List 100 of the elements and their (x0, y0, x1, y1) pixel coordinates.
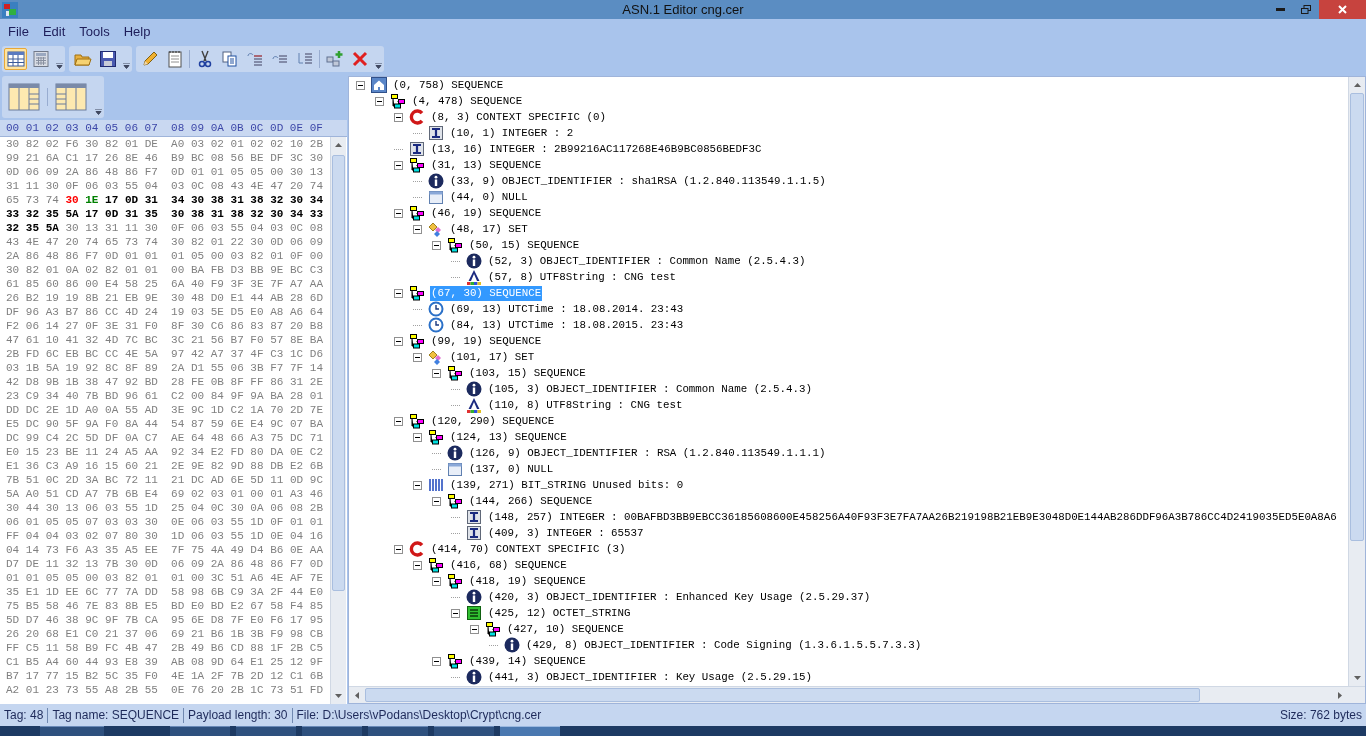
hex-row-text: 30 44 30 13 06 03 55 1D 25 04 0C 30 0A 06 08 2B (6, 501, 324, 515)
minus-icon (396, 114, 401, 120)
tree-toggle[interactable] (413, 432, 422, 442)
tree-node[interactable]: (44, 0) NULL (449, 189, 529, 205)
tree-node[interactable]: (144, 266) SEQUENCE (468, 493, 594, 509)
tree-node[interactable]: (429, 8) OBJECT_IDENTIFIER : Code Signing (1.3.6.1.5.5.7.3.3) (525, 637, 923, 653)
tree-node[interactable]: (48, 17) SET (449, 221, 529, 237)
hex-row-text: 26 B2 19 19 8B 21 EB 9E 30 48 D0 E1 44 AB 28 6D (6, 291, 324, 305)
status-text: Tag name: SEQUENCE (52, 707, 180, 724)
tree-node[interactable]: (416, 68) SEQUENCE (449, 557, 568, 573)
sequence-icon (390, 93, 406, 109)
tree-node[interactable]: (99, 19) SEQUENCE (430, 333, 543, 349)
hex-row-text: 26 20 68 E1 C0 21 37 06 69 21 B6 1B 3B F9 98 CB (6, 627, 324, 641)
status-text: Tag: 48 (4, 707, 44, 724)
minus-icon (358, 82, 363, 88)
minus-icon (396, 338, 401, 344)
tree-toggle[interactable] (375, 96, 384, 106)
close-button[interactable] (1319, 0, 1366, 19)
toolbar-button[interactable] (4, 48, 27, 70)
tree-node[interactable]: (120, 290) SEQUENCE (430, 413, 556, 429)
scrollbar-thumb[interactable] (365, 688, 1200, 702)
copy-icon (220, 50, 239, 68)
sequence-icon (428, 557, 444, 573)
tree-toggle[interactable] (470, 624, 479, 634)
tree-toggle[interactable] (413, 560, 422, 570)
tree-toggle[interactable] (432, 496, 441, 506)
tree-toggle[interactable] (394, 112, 403, 122)
hex-row-text: 04 14 73 F6 A3 35 A5 EE 7F 75 4A 49 D4 B6 0E AA (6, 543, 324, 557)
tree-node[interactable]: (10, 1) INTEGER : 2 (449, 125, 575, 141)
status-text: Payload length: 30 (188, 707, 288, 724)
tree-toggle[interactable] (394, 208, 403, 218)
hex-row-text: C1 B5 A4 60 44 93 E8 39 AB 08 9D 64 E1 25 12 9F (6, 655, 324, 669)
tree-node[interactable]: (84, 13) UTCTime : 18.08.2015. 23:43 (449, 317, 685, 333)
tree-node[interactable]: (50, 15) SEQUENCE (468, 237, 581, 253)
tree-node[interactable]: (103, 15) SEQUENCE (468, 365, 587, 381)
tree-node[interactable]: (409, 3) INTEGER : 65537 (487, 525, 645, 541)
tree-toggle[interactable] (432, 240, 441, 250)
tree-node[interactable]: (420, 3) OBJECT_IDENTIFIER : Enhanced Key Usage (2.5.29.37) (487, 589, 872, 605)
hex-row-text: 43 4E 47 20 74 65 73 74 30 82 01 22 30 0D 06 09 (6, 235, 324, 249)
menu-item[interactable]: Edit (35, 20, 73, 43)
tree-node[interactable]: (31, 13) SEQUENCE (430, 157, 543, 173)
clock-icon (428, 301, 444, 317)
minus-icon (453, 610, 458, 616)
hex-row-text: 7B 51 0C 2D 3A BC 72 11 21 DC AD 6E 5D 11 0D 9C (6, 473, 324, 487)
tree-toggle[interactable] (451, 608, 460, 618)
tree-toggle[interactable] (394, 288, 403, 298)
menu-item[interactable]: File (1, 20, 36, 43)
info-icon (466, 589, 482, 605)
minus-icon (434, 658, 439, 664)
tree-toggle[interactable] (413, 480, 422, 490)
tree-node[interactable]: (69, 13) UTCTime : 18.08.2014. 23:43 (449, 301, 685, 317)
tree-toggle[interactable] (394, 416, 403, 426)
menu-item[interactable]: Help (116, 20, 158, 43)
tree-node[interactable]: (139, 271) BIT_STRING Unused bits: 0 (449, 477, 685, 493)
tree-node[interactable]: (414, 70) CONTEXT SPECIFIC (3) (430, 541, 627, 557)
tree-node[interactable]: (4, 478) SEQUENCE (411, 93, 524, 109)
tree-toggle[interactable] (432, 368, 441, 378)
table-icon (6, 50, 25, 68)
tree-node[interactable]: (0, 758) SEQUENCE (392, 77, 505, 93)
info-icon (447, 445, 463, 461)
tree-toggle[interactable] (394, 160, 403, 170)
menu-item[interactable]: Tools (72, 20, 117, 43)
tree-node[interactable]: (13, 16) INTEGER : 2B99216AC117268E46B9BC0856BEDF3C (430, 141, 763, 157)
tree-node[interactable]: (418, 19) SEQUENCE (468, 573, 587, 589)
tree-toggle[interactable] (394, 544, 403, 554)
tree-node[interactable]: (57, 8) UTF8String : CNG test (487, 269, 677, 285)
sequence-icon (447, 653, 463, 669)
tree-node[interactable]: (8, 3) CONTEXT SPECIFIC (0) (430, 109, 607, 125)
scrollbar-thumb[interactable] (332, 155, 345, 591)
tree-node[interactable]: (52, 3) OBJECT_IDENTIFIER : Common Name (2.5.4.3) (487, 253, 807, 269)
tree-node[interactable]: (441, 3) OBJECT_IDENTIFIER : Key Usage (2.5.29.15) (487, 669, 813, 685)
overflow-icon (95, 109, 102, 115)
tree-toggle[interactable] (413, 224, 422, 234)
tree-node[interactable]: (110, 8) UTF8String : CNG test (487, 397, 684, 413)
tree-node[interactable]: (126, 9) OBJECT_IDENTIFIER : RSA (1.2.840.113549.1.1.1) (468, 445, 827, 461)
tree-toggle[interactable] (394, 336, 403, 346)
tree-toggle[interactable] (413, 352, 422, 362)
scrollbar-thumb[interactable] (1350, 93, 1364, 541)
tree-toggle[interactable] (432, 576, 441, 586)
i-beam-icon (466, 509, 482, 525)
tree-node[interactable]: (46, 19) SEQUENCE (430, 205, 543, 221)
hex-row-text: 03 1B 5A 19 92 8C 8F 89 2A D1 55 06 3B F7 7F 14 (6, 361, 324, 375)
hex-row-text: 99 21 6A C1 17 26 8E 46 B9 BC 08 56 BE DF 3C 30 (6, 151, 324, 165)
list-arrow-icon (245, 50, 264, 68)
sequence-icon (409, 285, 425, 301)
hex-row-text: B7 17 77 15 B2 5C 35 F0 4E 1A 2F 7B 2D 12 C1 6B (6, 669, 324, 683)
tree-node[interactable]: (148, 257) INTEGER : 00BAFBD3BB9EBCC36185608600E458256A40F93F3E7FA7AA26B219198B21EB9E3048D0E144AB286DDF96A3B786CC4D2419035ED5E0A8A6 (487, 509, 1338, 525)
tree-node[interactable]: (427, 10) SEQUENCE (506, 621, 625, 637)
tree-node[interactable]: (439, 14) SEQUENCE (468, 653, 587, 669)
tree-node[interactable]: (33, 9) OBJECT_IDENTIFIER : sha1RSA (1.2.840.113549.1.1.5) (449, 173, 827, 189)
save-icon (98, 50, 117, 68)
overflow-icon (375, 63, 382, 69)
tree-node[interactable]: (101, 17) SET (449, 349, 536, 365)
tree-node[interactable]: (105, 3) OBJECT_IDENTIFIER : Common Name (2.5.4.3) (487, 381, 813, 397)
tree-toggle[interactable] (356, 80, 365, 90)
tree-toggle[interactable] (432, 656, 441, 666)
hex-row-text: DD DC 2E 1D A0 0A 55 AD 3E 9C 1D C2 1A 70 2D 7E (6, 403, 324, 417)
tree-node[interactable]: (124, 13) SEQUENCE (449, 429, 568, 445)
tree-node[interactable]: (137, 0) NULL (468, 461, 555, 477)
tree-node[interactable]: (425, 12) OCTET_STRING (487, 605, 632, 621)
